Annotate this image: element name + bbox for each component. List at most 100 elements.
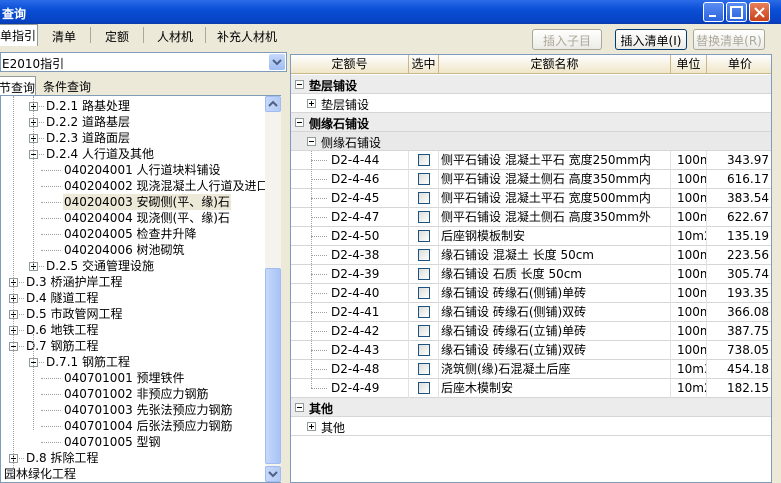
guide-select[interactable]: E2010指引 [0, 52, 287, 72]
replace-list-button[interactable]: 替换清单(R) [693, 29, 765, 50]
tab-quota[interactable]: 定额 [95, 26, 139, 46]
tree-node[interactable]: D.6 地铁工程 [1, 322, 265, 338]
table-row[interactable]: D2-4-40 缘石铺设 砖缘石(侧铺)单砖100m 193.35 [291, 284, 771, 303]
close-button[interactable] [749, 2, 770, 22]
row-checkbox[interactable] [418, 192, 430, 204]
cell-unit: 100m [671, 170, 707, 189]
tree-node-label: 040701005 型钢 [64, 435, 161, 449]
tree-node-label: 040701001 预埋铁件 [64, 371, 185, 385]
grid-subgroup-row[interactable]: 其他 [291, 417, 771, 436]
row-checkbox[interactable] [418, 173, 430, 185]
tree-node[interactable]: 040204002 现浇混凝土人行道及进口坡 [1, 178, 280, 194]
table-row[interactable]: D2-4-43 缘石铺设 砖缘石(立铺)双砖100m 738.05 [291, 341, 771, 360]
grid-subgroup-row[interactable]: 侧缘石铺设 [291, 132, 771, 151]
col-header-unit: 单位 [671, 55, 707, 74]
row-checkbox[interactable] [418, 325, 430, 337]
expand-icon[interactable] [307, 422, 316, 431]
dropdown-button[interactable] [269, 54, 285, 70]
cell-select [409, 151, 439, 170]
minimize-button[interactable] [703, 2, 724, 22]
tree-scrollbar[interactable] [265, 96, 281, 482]
tree-connector [39, 154, 44, 155]
tree-node[interactable]: D.8 拆除工程 [1, 450, 265, 466]
tree-node[interactable]: 040204005 检查井升降 [1, 226, 265, 242]
cell-name: 缘石铺设 混凝土 长度 50cm [439, 246, 671, 265]
tree-node[interactable]: D.7.1 钢筋工程 [1, 354, 265, 370]
table-row[interactable]: D2-4-47 侧平石铺设 混凝土侧石 高度350mm外100m 622.67 [291, 208, 771, 227]
tree-node[interactable]: 040204004 现浇侧(平、缘)石 [1, 210, 265, 226]
tree-node[interactable]: 040701003 先张法预应力钢筋 [1, 402, 265, 418]
table-row[interactable]: D2-4-42 缘石铺设 砖缘石(立铺)单砖100m 387.75 [291, 322, 771, 341]
cell-select [409, 360, 439, 379]
row-checkbox[interactable] [418, 249, 430, 261]
table-row[interactable]: D2-4-46 侧平石铺设 混凝土侧石 高度350mm内100m 616.17 [291, 170, 771, 189]
table-row[interactable]: D2-4-41 缘石铺设 砖缘石(侧铺)双砖100m 366.08 [291, 303, 771, 322]
grid-group-row[interactable]: 垫层铺设 [291, 75, 771, 94]
table-row[interactable]: D2-4-38 缘石铺设 混凝土 长度 50cm100m 223.56 [291, 246, 771, 265]
tab-condition-query[interactable]: 条件查询 [40, 76, 94, 95]
tree-node[interactable]: 园林绿化工程 [1, 466, 265, 482]
maximize-button[interactable] [726, 2, 747, 22]
collapse-icon[interactable] [295, 403, 304, 412]
row-checkbox[interactable] [418, 306, 430, 318]
cell-code: D2-4-46 [291, 170, 409, 189]
tree-node[interactable]: D.2.1 路基处理 [1, 98, 265, 114]
tab-section-query[interactable]: 节查询 [0, 76, 36, 95]
tab-extra-material[interactable]: 补充人材机 [209, 26, 285, 46]
tree-node[interactable]: 040701001 预埋铁件 [1, 370, 265, 386]
tree-node[interactable]: 040701002 非预应力钢筋 [1, 386, 265, 402]
grid-subgroup-row[interactable]: 垫层铺设 [291, 94, 771, 113]
collapse-icon[interactable] [307, 137, 316, 146]
tree-node[interactable]: D.2.5 交通管理设施 [1, 258, 265, 274]
scroll-up-button[interactable] [265, 96, 281, 112]
insert-child-button[interactable]: 插入子目 [532, 29, 602, 50]
collapse-icon[interactable] [295, 80, 304, 89]
row-checkbox[interactable] [418, 287, 430, 299]
tree-connector [19, 298, 24, 299]
tree-node[interactable]: D.2.2 道路基层 [1, 114, 265, 130]
cell-name: 后座钢模板制安 [439, 227, 671, 246]
row-checkbox[interactable] [418, 363, 430, 375]
tree-node[interactable]: D.2.3 道路面层 [1, 130, 265, 146]
tree-connector [39, 266, 44, 267]
row-checkbox[interactable] [418, 268, 430, 280]
maximize-icon [730, 6, 743, 19]
tree-node[interactable]: 040701004 后张法预应力钢筋 [1, 418, 265, 434]
table-row[interactable]: D2-4-45 侧平石铺设 混凝土平石 宽度500mm内100m 383.54 [291, 189, 771, 208]
tab-material[interactable]: 人材机 [148, 26, 202, 46]
tree-node[interactable]: 040204001 人行道块料铺设 [1, 162, 265, 178]
tree-node[interactable]: D.5 市政管网工程 [1, 306, 265, 322]
collapse-icon[interactable] [295, 118, 304, 127]
tree-node[interactable]: D.3 桥涵护岸工程 [1, 274, 265, 290]
tree-node[interactable]: 040204003 安砌侧(平、缘)石 [1, 194, 265, 210]
table-row[interactable]: D2-4-50 后座钢模板制安10m2 135.19 [291, 227, 771, 246]
scroll-down-button[interactable] [265, 466, 281, 482]
tree-node-label: D.7.1 钢筋工程 [46, 355, 130, 369]
expand-icon[interactable] [307, 99, 316, 108]
row-checkbox[interactable] [418, 230, 430, 242]
row-checkbox[interactable] [418, 382, 430, 394]
table-row[interactable]: D2-4-44 侧平石铺设 混凝土平石 宽度250mm内100m 343.97 [291, 151, 771, 170]
tab-guide[interactable]: 单指引 [0, 24, 38, 46]
tree-node[interactable]: D.2.4 人行道及其他 [1, 146, 265, 162]
tree-node[interactable]: 040701005 型钢 [1, 434, 265, 450]
cell-price: 193.35 [727, 286, 769, 300]
tab-list[interactable]: 清单 [42, 26, 86, 46]
cell-price: 616.17 [727, 172, 769, 186]
tree-connector [19, 314, 24, 315]
table-row[interactable]: D2-4-39 缘石铺设 石质 长度 50cm100m 305.74 [291, 265, 771, 284]
table-row[interactable]: D2-4-49 后座木模制安10m2 182.15 [291, 379, 771, 398]
grid-group-row[interactable]: 侧缘石铺设 [291, 113, 771, 132]
row-checkbox[interactable] [418, 211, 430, 223]
row-checkbox[interactable] [418, 344, 430, 356]
tree-node[interactable]: D.4 隧道工程 [1, 290, 265, 306]
scroll-thumb[interactable] [265, 268, 281, 464]
tree-node[interactable]: 040204006 树池砌筑 [1, 242, 265, 258]
row-checkbox[interactable] [418, 154, 430, 166]
grid-group-row[interactable]: 其他 [291, 398, 771, 417]
tree-node[interactable]: D.7 钢筋工程 [1, 338, 265, 354]
tree-connector [19, 346, 24, 347]
table-row[interactable]: D2-4-48 浇筑侧(缘)石混凝土后座10m3 454.18 [291, 360, 771, 379]
insert-list-button[interactable]: 插入清单(I) [615, 29, 687, 50]
tree-node-label: D.2.5 交通管理设施 [46, 259, 154, 273]
